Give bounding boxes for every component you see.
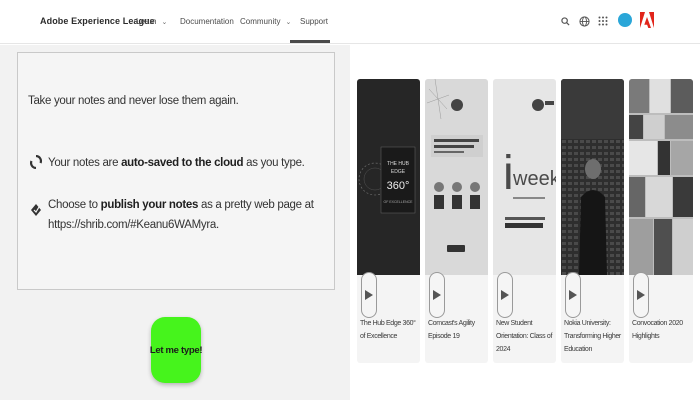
play-button[interactable] — [429, 272, 445, 318]
video-title: Comcast's Agility Episode 19 — [428, 320, 475, 340]
feature-autosave-text-end: as you type. — [243, 157, 305, 169]
adobe-logo[interactable] — [640, 12, 654, 28]
nav-item-learn-label: Learn — [136, 17, 157, 26]
publish-icon — [30, 203, 42, 217]
play-icon — [569, 290, 577, 300]
notes-card: Take your notes and never lose them agai… — [17, 52, 335, 290]
search-icon[interactable] — [558, 14, 572, 28]
nav-item-documentation[interactable]: Documentation — [180, 17, 234, 26]
let-me-type-button[interactable]: Let me type! — [150, 317, 202, 383]
chevron-down-icon: ⌄ — [161, 19, 168, 26]
play-button[interactable] — [633, 272, 649, 318]
active-tab-indicator — [290, 40, 330, 43]
play-icon — [637, 290, 645, 300]
play-button[interactable] — [361, 272, 377, 318]
chevron-down-icon: ⌄ — [285, 19, 292, 26]
video-carousel: THE HUB EDGE 360° OF EXCELLENCE The Hub … — [350, 45, 700, 400]
video-thumbnail: i week — [493, 79, 556, 275]
svg-text:THE HUB: THE HUB — [387, 161, 410, 167]
video-thumbnail — [561, 79, 624, 275]
svg-text:OF EXCELLENCE: OF EXCELLENCE — [384, 200, 414, 204]
play-button[interactable] — [497, 272, 513, 318]
play-icon — [501, 290, 509, 300]
nav-item-community-label: Community — [240, 17, 281, 26]
feature-autosave-text: Your notes are — [48, 157, 122, 169]
svg-text:week: week — [512, 168, 556, 190]
video-title: Nokia University: Transforming Higher Ed… — [564, 320, 621, 353]
play-icon — [433, 290, 441, 300]
feature-autosave-highlight: auto-saved to the cloud — [121, 157, 244, 169]
top-navigation: Adobe Experience League Learn ⌄ Documenta… — [0, 0, 700, 44]
feature-publish-highlight: publish your notes — [100, 199, 199, 211]
play-icon — [365, 290, 373, 300]
avatar[interactable] — [618, 13, 632, 27]
video-title: New Student Orientation: Class of 2024 — [496, 320, 553, 353]
sync-icon — [30, 154, 42, 170]
video-thumbnail — [425, 79, 488, 275]
video-title: Convocation 2020 Highlights — [632, 320, 683, 340]
video-thumbnail: THE HUB EDGE 360° OF EXCELLENCE — [357, 79, 420, 275]
svg-text:360°: 360° — [387, 180, 410, 192]
video-title: The Hub Edge 360° of Excellence — [360, 320, 416, 340]
globe-icon[interactable] — [577, 14, 591, 28]
apps-grid-icon[interactable] — [596, 14, 610, 28]
feature-publish: Choose to publish your notes as a pretty… — [48, 195, 328, 235]
video-card[interactable]: Convocation 2020 Highlights — [629, 79, 693, 363]
notes-headline: Take your notes and never lose them agai… — [28, 95, 239, 107]
video-card[interactable]: i week New Student Orientation: Class of… — [493, 79, 556, 363]
play-button[interactable] — [565, 272, 581, 318]
nav-item-learn[interactable]: Learn ⌄ — [136, 17, 167, 26]
video-thumbnail — [629, 79, 693, 275]
nav-item-community[interactable]: Community ⌄ — [240, 17, 291, 26]
video-card[interactable]: Comcast's Agility Episode 19 — [425, 79, 488, 363]
nav-item-support[interactable]: Support — [300, 17, 328, 26]
feature-autosave: Your notes are auto-saved to the cloud a… — [48, 153, 328, 173]
feature-publish-text: Choose to — [48, 199, 101, 211]
video-card[interactable]: Nokia University: Transforming Higher Ed… — [561, 79, 624, 363]
video-card[interactable]: THE HUB EDGE 360° OF EXCELLENCE The Hub … — [357, 79, 420, 363]
svg-text:EDGE: EDGE — [391, 169, 406, 175]
